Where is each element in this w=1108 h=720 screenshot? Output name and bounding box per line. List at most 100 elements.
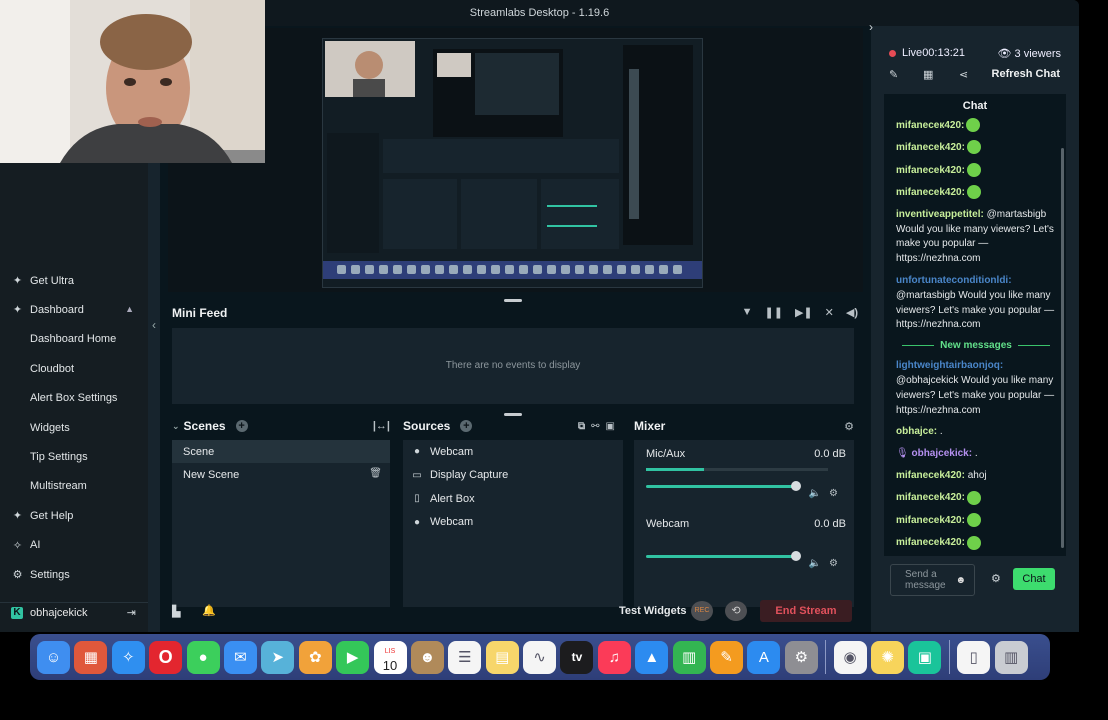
collapse-icon[interactable]: ⌄ bbox=[172, 421, 180, 432]
chat-log[interactable]: mifaneceк420: mifanecek420: mifanecek420: m… bbox=[884, 118, 1066, 556]
sidebar-item-dashboard[interactable]: ✦ Dashboard ▲ bbox=[0, 295, 148, 324]
notifications-icon[interactable]: 🔔 bbox=[202, 604, 216, 617]
launchpad-icon[interactable]: ▦ bbox=[74, 640, 108, 674]
scene-transitions-icon[interactable]: |↔| bbox=[373, 420, 390, 432]
chat-scrollbar[interactable] bbox=[1061, 148, 1064, 548]
sidebar-item-ai[interactable]: ✧ AI bbox=[0, 531, 148, 560]
tips-icon[interactable]: ✺ bbox=[870, 640, 904, 674]
add-scene-button[interactable]: + bbox=[235, 420, 248, 432]
chat-username[interactable]: mifanecek420: bbox=[896, 142, 965, 153]
chat-username[interactable]: unfortunateconditionldi: bbox=[896, 275, 1012, 286]
source-tools-icon[interactable]: ⧉⚯▣ bbox=[578, 421, 621, 432]
sidebar-item-dashboard-home[interactable]: Dashboard Home bbox=[0, 325, 148, 354]
chat-username[interactable]: mifanecek420: bbox=[896, 165, 965, 176]
chat-username[interactable]: inventiveappetitel: bbox=[896, 209, 984, 220]
sidebar-item-cloudbot[interactable]: Cloudbot bbox=[0, 354, 148, 383]
chevron-up-icon[interactable]: ▲ bbox=[125, 304, 134, 314]
keynote-icon[interactable]: ▲ bbox=[635, 640, 669, 674]
source-item[interactable]: ● Webcam bbox=[403, 511, 623, 535]
sidebar-item-widgets[interactable]: Widgets bbox=[0, 413, 148, 442]
chat-settings-icon[interactable]: ⚙ bbox=[991, 572, 1001, 585]
dashboard-icon[interactable]: ▦ bbox=[923, 68, 933, 81]
live-dock-collapse-icon[interactable]: › bbox=[869, 20, 873, 34]
settings-icon[interactable]: ⚙ bbox=[784, 640, 818, 674]
appletv-icon[interactable]: tv bbox=[560, 640, 594, 674]
streamlabs-icon[interactable]: ▣ bbox=[908, 640, 942, 674]
scene-item[interactable]: Scene bbox=[172, 440, 390, 463]
slider-knob[interactable] bbox=[791, 481, 801, 491]
mute-icon[interactable]: 🔈 bbox=[809, 488, 821, 499]
chat-username[interactable]: mifanecek420: bbox=[896, 470, 965, 481]
volume-slider[interactable] bbox=[646, 551, 801, 561]
contacts-icon[interactable]: ☻ bbox=[410, 640, 444, 674]
share-icon[interactable]: ⋖ bbox=[959, 68, 968, 81]
trash-icon[interactable]: ▥ bbox=[994, 640, 1028, 674]
performance-icon[interactable]: ▙ bbox=[172, 605, 180, 618]
add-source-button[interactable]: + bbox=[460, 420, 473, 432]
replay-buffer-button[interactable]: ⟲ bbox=[725, 601, 747, 621]
chat-username[interactable]: mifanecek420: bbox=[896, 515, 965, 526]
maps-icon[interactable]: ➤ bbox=[261, 640, 295, 674]
delete-scene-icon[interactable]: 🗑 bbox=[369, 468, 382, 479]
sidebar-item-get-help[interactable]: ✦ Get Help bbox=[0, 501, 148, 530]
opera-icon[interactable]: O bbox=[149, 640, 183, 674]
source-item[interactable]: ▭ Display Capture bbox=[403, 464, 623, 488]
mute-alerts-icon[interactable]: ✕ bbox=[825, 306, 834, 319]
emoji-icon[interactable]: ☻ bbox=[955, 575, 966, 586]
chat-username[interactable]: obhajce: bbox=[896, 426, 937, 437]
numbers-icon[interactable]: ▥ bbox=[672, 640, 706, 674]
panel-resize-handle[interactable] bbox=[504, 413, 522, 416]
logout-icon[interactable]: ⇥ bbox=[127, 606, 136, 619]
chrome-icon[interactable]: ◉ bbox=[833, 640, 867, 674]
chat-username[interactable]: mifanecek420: bbox=[896, 492, 965, 503]
chat-username[interactable]: mifaneceк420: bbox=[896, 120, 964, 131]
photos-icon[interactable]: ✿ bbox=[298, 640, 332, 674]
channel-settings-icon[interactable]: ⚙ bbox=[829, 488, 838, 499]
mixer-settings-icon[interactable]: ⚙ bbox=[844, 420, 854, 433]
freeform-icon[interactable]: ∿ bbox=[523, 640, 557, 674]
sidebar-item-settings[interactable]: ⚙ Settings bbox=[0, 560, 148, 589]
end-stream-button[interactable]: End Stream bbox=[760, 600, 852, 622]
messages-icon[interactable]: ● bbox=[186, 640, 220, 674]
chat-username[interactable]: lightweightairbaonjoq: bbox=[896, 360, 1003, 371]
chat-username[interactable]: obhajcekick: bbox=[911, 448, 972, 459]
facetime-icon[interactable]: ▶ bbox=[336, 640, 370, 674]
send-chat-button[interactable]: Chat bbox=[1013, 568, 1055, 590]
appstore-icon[interactable]: A bbox=[747, 640, 781, 674]
chat-username[interactable]: mifanecek420: bbox=[896, 187, 965, 198]
finder-icon[interactable]: ☺ bbox=[37, 640, 70, 674]
file-icon[interactable]: ▯ bbox=[957, 640, 991, 674]
music-icon[interactable]: ♫ bbox=[597, 640, 631, 674]
reminders-icon[interactable]: ☰ bbox=[448, 640, 482, 674]
stream-preview[interactable] bbox=[168, 28, 863, 292]
volume-slider[interactable] bbox=[646, 481, 801, 491]
chat-input[interactable]: Send a message ☻ bbox=[890, 564, 975, 596]
sidebar-collapse-icon[interactable]: ‹ bbox=[148, 318, 160, 332]
source-item[interactable]: ● Webcam bbox=[403, 440, 623, 464]
calendar-icon[interactable]: LIS 10 bbox=[373, 640, 407, 674]
preview-resize-handle[interactable] bbox=[504, 299, 522, 302]
source-item[interactable]: ▯ Alert Box bbox=[403, 487, 623, 511]
sidebar-item-alert-box-settings[interactable]: Alert Box Settings bbox=[0, 384, 148, 413]
test-widgets-button[interactable]: Test Widgets bbox=[619, 605, 687, 617]
mail-icon[interactable]: ✉ bbox=[223, 640, 257, 674]
pause-icon[interactable]: ❚❚ bbox=[765, 306, 783, 319]
skip-icon[interactable]: ▶❚ bbox=[795, 306, 813, 319]
safari-icon[interactable]: ✧ bbox=[111, 640, 145, 674]
channel-settings-icon[interactable]: ⚙ bbox=[829, 558, 838, 569]
scene-item[interactable]: New Scene 🗑 bbox=[172, 463, 390, 486]
notes-icon[interactable]: ▤ bbox=[485, 640, 519, 674]
slider-knob[interactable] bbox=[791, 551, 801, 561]
refresh-chat-button[interactable]: Refresh Chat bbox=[992, 68, 1060, 80]
sidebar-item-multistream[interactable]: Multistream bbox=[0, 472, 148, 501]
sidebar-item-get-ultra[interactable]: ✦ Get Ultra bbox=[0, 266, 148, 295]
pages-icon[interactable]: ✎ bbox=[710, 640, 744, 674]
user-account[interactable]: K obhajcekick ⇥ bbox=[0, 602, 148, 622]
chat-username[interactable]: mifanecek420: bbox=[896, 537, 965, 548]
record-button[interactable]: REC bbox=[691, 601, 713, 621]
edit-stream-icon[interactable]: ✎ bbox=[889, 68, 898, 81]
volume-icon[interactable]: ◀) bbox=[846, 306, 858, 319]
filter-icon[interactable]: ▼ bbox=[742, 306, 753, 319]
sidebar-item-tip-settings[interactable]: Tip Settings bbox=[0, 442, 148, 471]
mute-icon[interactable]: 🔈 bbox=[809, 558, 821, 569]
